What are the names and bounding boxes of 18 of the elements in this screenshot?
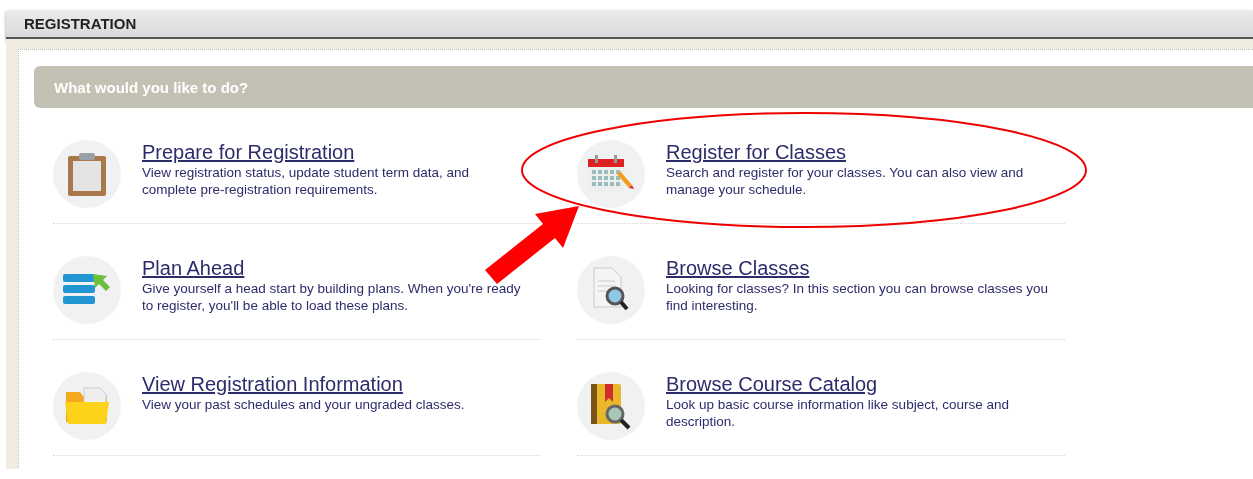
option-link[interactable]: Register for Classes (666, 140, 847, 164)
option-description: Search and register for your classes. You can also view and manage your schedule. (666, 164, 1025, 198)
option-link[interactable]: Browse Course Catalog (666, 372, 878, 396)
document-search-icon (593, 267, 629, 313)
header-title: REGISTRATION (24, 15, 137, 32)
banner-title: What would you like to do? (54, 78, 249, 96)
book-search-icon (589, 382, 633, 430)
folder-icon (64, 386, 110, 426)
option-link[interactable]: Plan Ahead (142, 256, 245, 280)
option-description: Look up basic course information like subject, course and description. (666, 396, 1010, 430)
option-description: Give yourself a head start by building plans. When you're ready to register, you'll be able to load these plans. (142, 280, 522, 314)
option-link[interactable]: Prepare for Registration (142, 140, 355, 164)
option-link[interactable]: View Registration Information (142, 372, 403, 396)
option-link[interactable]: Browse Classes (666, 256, 810, 280)
clipboard-icon (67, 151, 107, 197)
option-description: View your past schedules and your ungraded classes. (142, 396, 466, 413)
option-description: View registration status, update student term data, and complete pre-registration requirements. (142, 164, 470, 198)
option-description: Looking for classes? In this section you can browse classes you find interesting. (666, 280, 1048, 314)
